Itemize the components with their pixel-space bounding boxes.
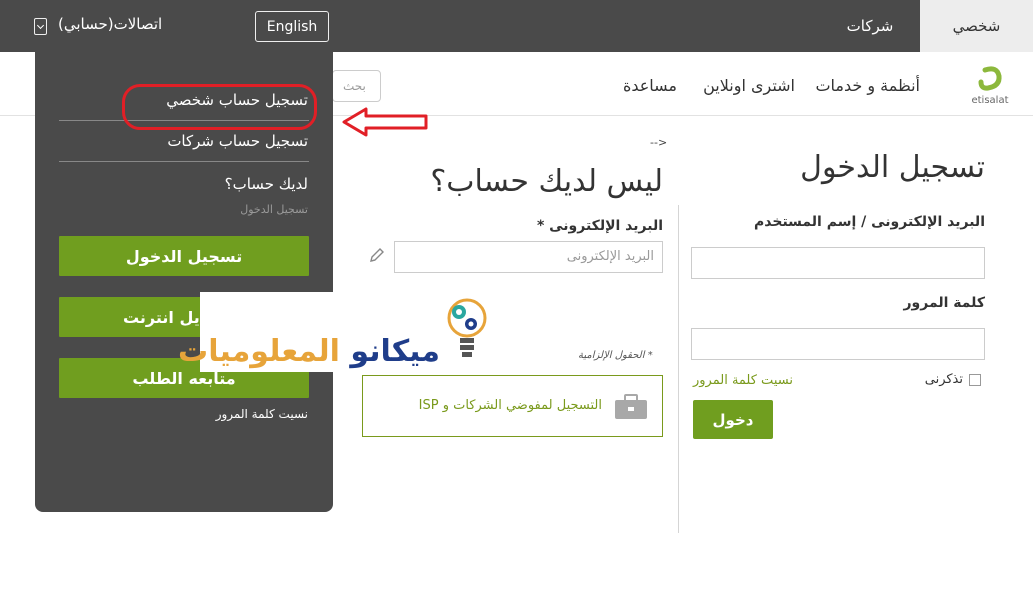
- logo-text: etisalat: [971, 95, 1009, 106]
- forgot-password-link[interactable]: نسيت كلمة المرور: [693, 373, 793, 388]
- nav-buy-online[interactable]: اشترى اونلاين: [703, 76, 795, 95]
- search-input[interactable]: بحث: [332, 70, 381, 102]
- etisalat-logo-icon: [978, 66, 1002, 91]
- tab-business[interactable]: شركات: [820, 0, 920, 52]
- dropdown-login-button[interactable]: تسجيل الدخول: [59, 236, 309, 276]
- login-submit-button[interactable]: دخول: [693, 400, 773, 439]
- top-bar: شخصي شركات English اتصالات(حسابي): [0, 0, 1033, 52]
- login-title: تسجيل الدخول: [800, 150, 985, 185]
- pencil-icon: [368, 247, 386, 265]
- tab-personal[interactable]: شخصي: [920, 0, 1033, 52]
- watermark-text: ميكانو المعلوميات: [140, 312, 440, 369]
- nav-systems-services[interactable]: أنظمة و خدمات: [815, 76, 920, 95]
- isp-register-text: التسجيل لمفوضي الشركات و ISP: [418, 398, 602, 413]
- have-account-label: لديك حساب؟: [224, 175, 308, 193]
- login-subtitle: تسجيل الدخول: [240, 203, 308, 216]
- column-divider: [678, 205, 679, 533]
- etisalat-logo[interactable]: etisalat: [955, 64, 1025, 108]
- register-email-input[interactable]: البريد الإلكترونى: [394, 241, 663, 273]
- password-label: كلمة المرور: [903, 295, 985, 311]
- remember-me-label: تذكرنى: [924, 372, 963, 387]
- register-business-account-link[interactable]: تسجيل حساب شركات: [167, 132, 308, 150]
- nav-help[interactable]: مساعدة: [623, 76, 677, 95]
- username-label: البريد الإلكترونى / إسم المستخدم: [754, 214, 985, 230]
- highlight-oval-annotation: [122, 84, 317, 130]
- dropdown-divider: [59, 161, 309, 162]
- briefcase-icon: [614, 394, 648, 420]
- arrow-left-icon: [340, 106, 430, 138]
- watermark-part1: ميكانو: [350, 334, 440, 369]
- username-input[interactable]: [691, 247, 985, 279]
- english-language-button[interactable]: English: [255, 11, 329, 42]
- register-title: ليس لديك حساب؟: [430, 164, 663, 199]
- password-input[interactable]: [691, 328, 985, 360]
- watermark-part2: المعلوميات: [178, 334, 340, 369]
- account-menu-label[interactable]: اتصالات(حسابي): [58, 15, 162, 33]
- lightbulb-gear-icon: [443, 296, 489, 364]
- arrow-text: -->: [650, 136, 668, 149]
- remember-me-row: تذكرنى: [925, 372, 981, 387]
- dropdown-forgot-password-link[interactable]: نسيت كلمة المرور: [216, 407, 308, 421]
- chevron-down-icon[interactable]: [34, 18, 47, 35]
- remember-me-checkbox[interactable]: [969, 373, 981, 386]
- required-fields-note: * الحقول الإلزامية: [578, 350, 653, 361]
- isp-register-box[interactable]: التسجيل لمفوضي الشركات و ISP: [362, 375, 663, 437]
- register-email-label: البريد الإلكترونى *: [536, 218, 663, 234]
